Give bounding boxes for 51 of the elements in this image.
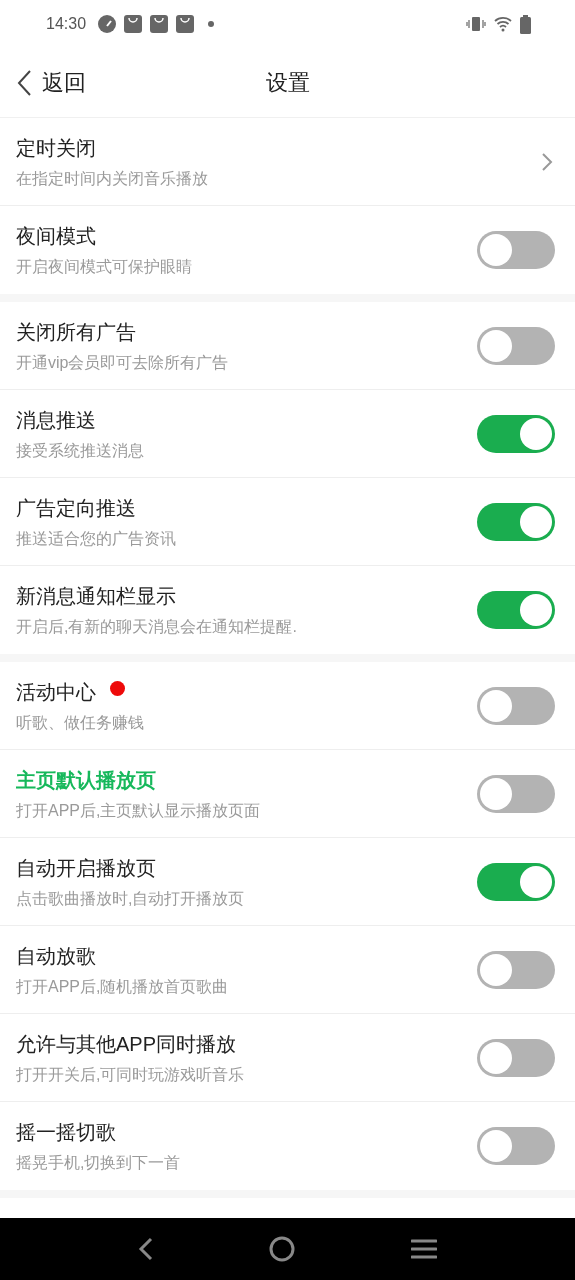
setting-subtitle: 打开开关后,可同时玩游戏听音乐 bbox=[16, 1064, 246, 1085]
battery-icon bbox=[520, 14, 531, 34]
toggle-switch[interactable] bbox=[477, 686, 555, 725]
setting-subtitle: 开启后,有新的聊天消息会在通知栏提醒. bbox=[16, 617, 298, 637]
toggle-switch[interactable] bbox=[477, 502, 555, 541]
setting-subtitle: 推送适合您的广告资讯 bbox=[16, 528, 177, 549]
setting-title: 自动放歌 bbox=[16, 943, 96, 969]
setting-subtitle: 听歌、做任务赚钱 bbox=[16, 712, 145, 733]
toggle-switch[interactable] bbox=[477, 862, 555, 901]
shopping-bag-icon bbox=[176, 15, 195, 33]
setting-subtitle: 接受系统推送消息 bbox=[16, 440, 145, 461]
setting-title: 允许与其他APP同时播放 bbox=[16, 1031, 237, 1057]
status-time: 14:30 bbox=[46, 14, 87, 34]
toggle-switch[interactable] bbox=[477, 1038, 555, 1077]
setting-title: 新消息通知栏显示 bbox=[16, 584, 176, 609]
chevron-right-icon bbox=[541, 151, 553, 172]
toggle-switch[interactable] bbox=[477, 950, 555, 989]
setting-subtitle: 在指定时间内关闭音乐播放 bbox=[16, 168, 209, 189]
shopping-bag-icon bbox=[150, 15, 169, 33]
setting-subtitle: 点击歌曲播放时,自动打开播放页 bbox=[16, 888, 246, 909]
setting-title: 自动开启播放页 bbox=[16, 855, 156, 881]
vibrate-icon bbox=[466, 17, 486, 31]
toggle-switch[interactable] bbox=[477, 414, 555, 453]
setting-subtitle: 开通vip会员即可去除所有广告 bbox=[16, 352, 230, 373]
setting-title: 消息推送 bbox=[16, 407, 96, 433]
setting-subtitle: 打开APP后,随机播放首页歌曲 bbox=[16, 976, 230, 997]
dot-icon bbox=[208, 21, 215, 27]
menu-icon[interactable] bbox=[411, 1238, 438, 1260]
setting-subtitle: 摇晃手机,切换到下一首 bbox=[16, 1153, 182, 1173]
toggle-switch[interactable] bbox=[477, 591, 555, 629]
toggle-switch[interactable] bbox=[477, 1127, 555, 1165]
setting-title: 活动中心 bbox=[16, 679, 96, 705]
toggle-switch[interactable] bbox=[477, 326, 555, 365]
setting-title: 夜间模式 bbox=[16, 224, 96, 249]
speedometer-icon bbox=[98, 15, 117, 33]
back-chevron-icon bbox=[16, 68, 32, 97]
setting-title: 关闭所有广告 bbox=[16, 319, 136, 345]
setting-title: 摇一摇切歌 bbox=[16, 1120, 116, 1145]
setting-title: 定时关闭 bbox=[16, 135, 96, 161]
shopping-bag-icon bbox=[124, 15, 143, 33]
page-title: 设置 bbox=[265, 69, 310, 97]
back-button[interactable]: 返回 bbox=[0, 48, 94, 117]
wifi-icon bbox=[494, 16, 512, 32]
setting-subtitle: 打开APP后,主页默认显示播放页面 bbox=[16, 800, 262, 821]
toggle-switch[interactable] bbox=[477, 774, 555, 813]
setting-title: 主页默认播放页 bbox=[16, 767, 156, 793]
home-icon[interactable] bbox=[269, 1236, 296, 1262]
back-icon[interactable] bbox=[137, 1237, 154, 1261]
setting-subtitle: 开启夜间模式可保护眼睛 bbox=[16, 257, 193, 277]
setting-title: 广告定向推送 bbox=[16, 495, 136, 521]
toggle-switch[interactable] bbox=[477, 231, 555, 269]
